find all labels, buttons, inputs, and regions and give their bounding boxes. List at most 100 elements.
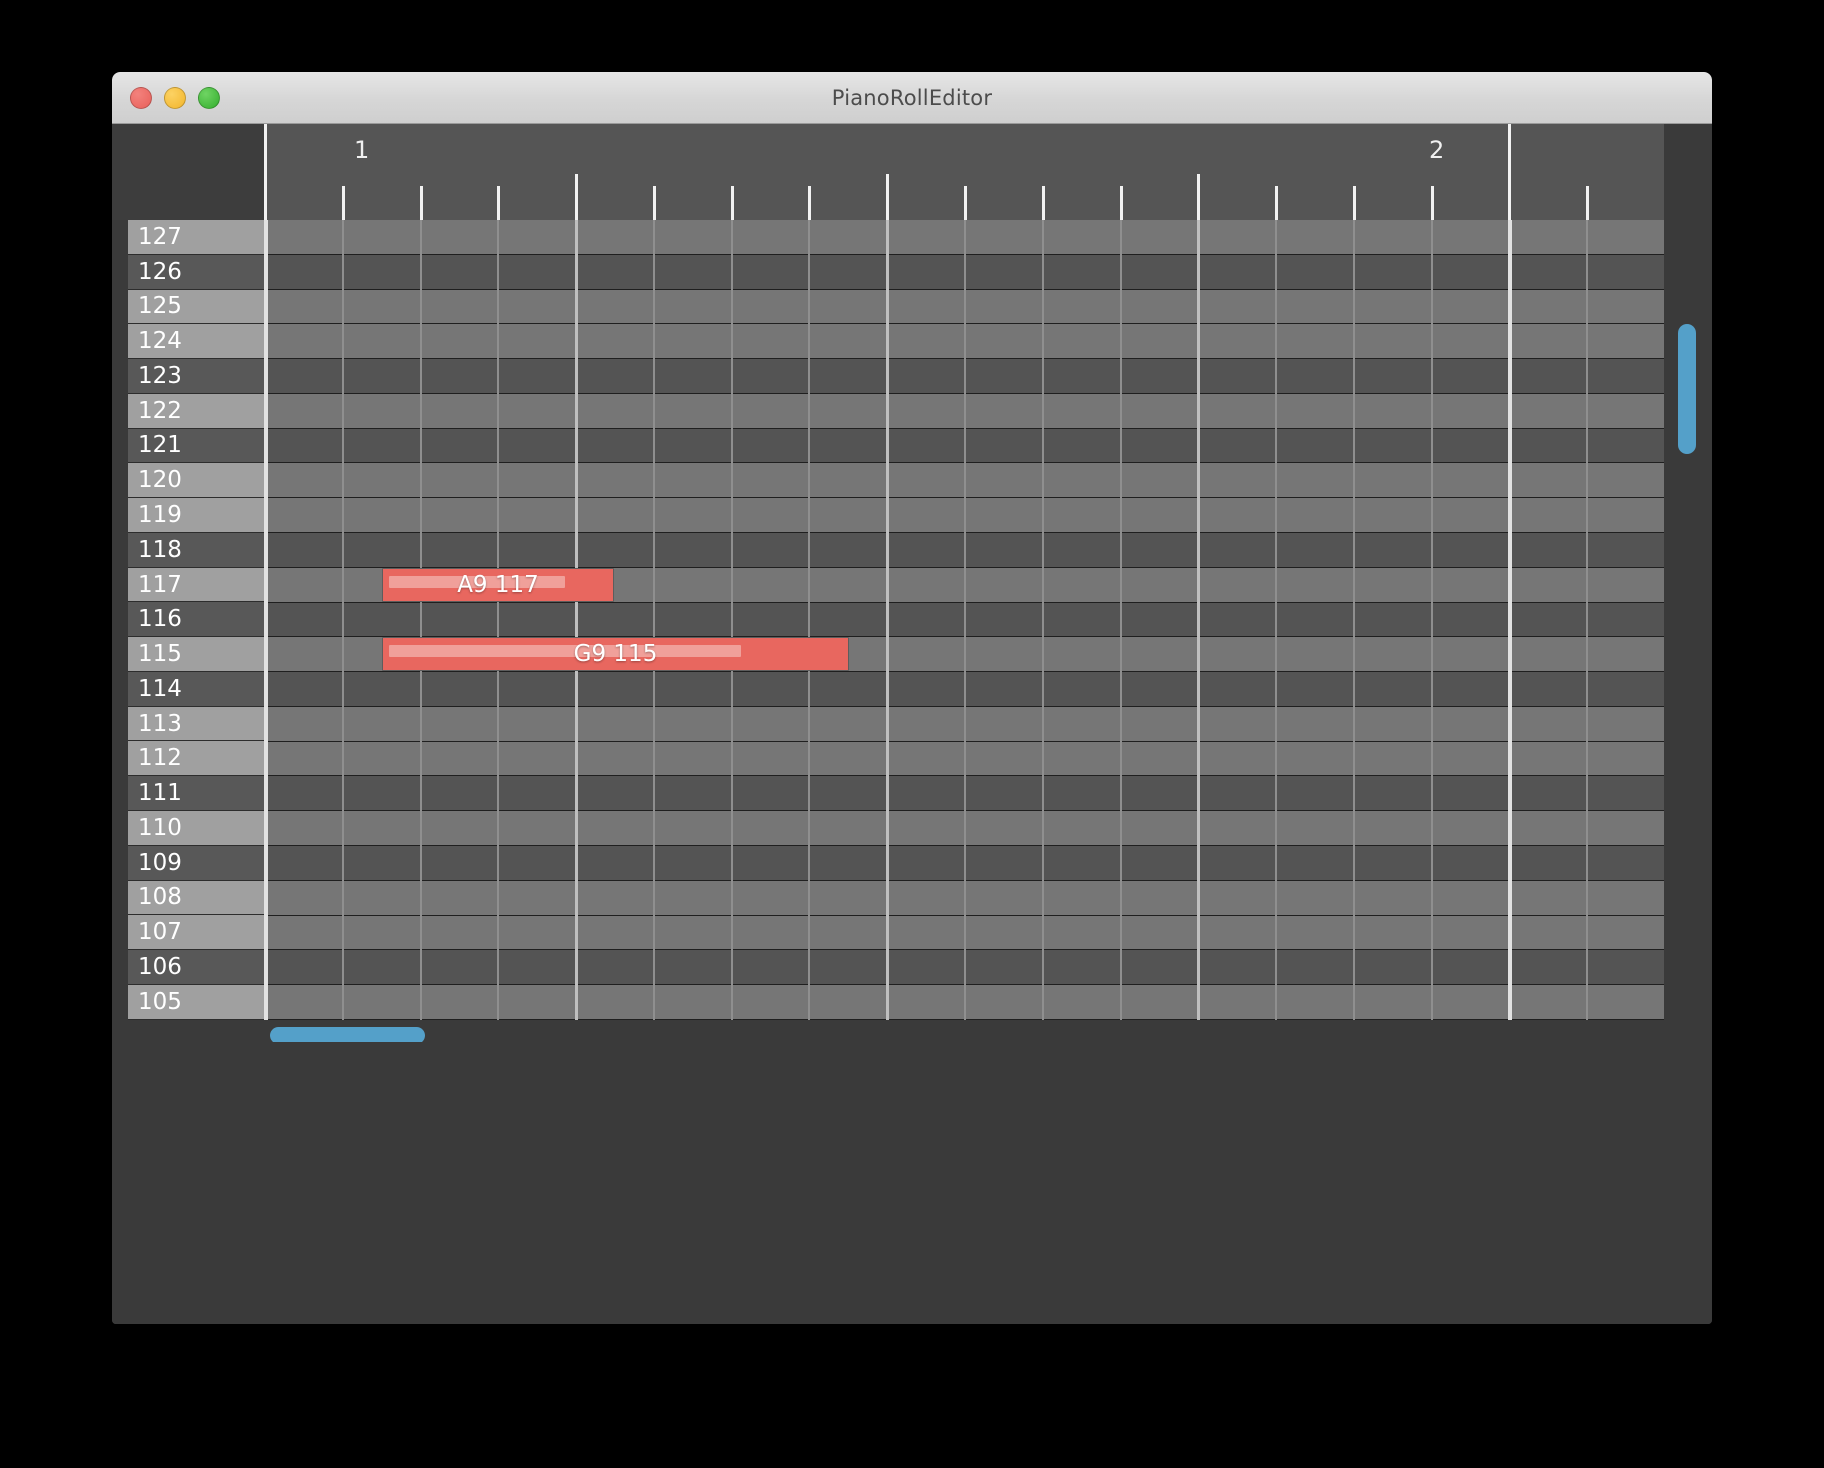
key-number-label: 110 <box>138 814 182 841</box>
key-row[interactable]: 122 <box>128 393 264 429</box>
ruler-corner-spacer <box>112 124 264 220</box>
timeline-ruler[interactable]: 12 <box>264 124 1664 220</box>
ruler-tick <box>497 186 501 220</box>
ruler-tick <box>264 124 267 220</box>
grid-row[interactable] <box>264 985 1664 1020</box>
key-row[interactable]: 109 <box>128 845 264 881</box>
grid-row[interactable] <box>264 811 1664 847</box>
key-number-label: 114 <box>138 675 182 702</box>
key-row[interactable]: 119 <box>128 498 264 533</box>
app-window: PianoRollEditor 12 127 126 125 124 123 122 121… <box>112 72 1712 1324</box>
window-title: PianoRollEditor <box>831 85 993 110</box>
key-row[interactable]: 118 <box>128 532 264 568</box>
grid-row[interactable] <box>264 846 1664 881</box>
key-number-label: 118 <box>138 536 182 563</box>
ruler-tick <box>1586 186 1590 220</box>
key-row[interactable]: 120 <box>128 463 264 499</box>
ruler-tick <box>341 186 345 220</box>
grid-row[interactable] <box>264 498 1664 533</box>
ruler-tick <box>1352 186 1356 220</box>
ruler-tick <box>1508 124 1512 220</box>
ruler-tick <box>730 186 734 220</box>
key-number-label: 117 <box>138 571 182 598</box>
note-velocity-bar <box>389 645 741 658</box>
key-number-label: 120 <box>138 467 182 494</box>
note-label: A9 117 <box>457 571 539 598</box>
note-grid[interactable]: A9 117 G9 115 <box>264 220 1664 1020</box>
key-number-label: 108 <box>138 884 182 911</box>
key-row[interactable]: 115 <box>128 637 264 672</box>
grid-row[interactable] <box>264 324 1664 360</box>
grid-row[interactable] <box>264 706 1664 742</box>
grid-row[interactable] <box>264 359 1664 394</box>
key-number-label: 113 <box>138 710 182 737</box>
key-row[interactable]: 112 <box>128 741 264 777</box>
ruler-tick <box>1041 186 1045 220</box>
key-number-label: 126 <box>138 258 182 285</box>
ruler-tick <box>1119 186 1123 220</box>
grid-row[interactable] <box>264 254 1664 290</box>
grid-row[interactable] <box>264 220 1664 255</box>
key-row[interactable]: 123 <box>128 359 264 394</box>
key-number-label: 109 <box>138 849 182 876</box>
key-number-label: 127 <box>138 223 182 250</box>
key-row[interactable]: 125 <box>128 289 264 325</box>
key-number-label: 106 <box>138 953 182 980</box>
piano-roll-area: 12 127 126 125 124 123 122 121 120 119 118 117 116 1… <box>112 124 1712 1048</box>
key-row[interactable]: 110 <box>128 811 264 846</box>
key-number-label: 105 <box>138 988 182 1015</box>
grid-row[interactable] <box>264 289 1664 325</box>
key-row[interactable]: 113 <box>128 706 264 742</box>
ruler-tick <box>808 186 812 220</box>
key-row[interactable]: 105 <box>128 984 264 1020</box>
midi-note[interactable]: A9 117 <box>382 567 614 602</box>
bar-number-label: 2 <box>1429 136 1445 164</box>
key-row[interactable]: 117 <box>128 567 264 603</box>
grid-row[interactable] <box>264 428 1664 464</box>
ruler-tick <box>1275 186 1279 220</box>
key-number-label: 115 <box>138 641 182 668</box>
key-row[interactable]: 126 <box>128 254 264 290</box>
ruler-tick <box>575 174 579 220</box>
grid-row[interactable] <box>264 776 1664 812</box>
key-row[interactable]: 124 <box>128 324 264 360</box>
grid-row[interactable] <box>264 463 1664 499</box>
ruler-tick <box>964 186 967 220</box>
key-number-label: 111 <box>138 780 182 807</box>
key-row[interactable]: 108 <box>128 880 264 916</box>
key-number-label: 124 <box>138 328 182 355</box>
window-titlebar: PianoRollEditor <box>112 72 1712 124</box>
grid-row[interactable] <box>264 741 1664 777</box>
key-row[interactable]: 121 <box>128 428 264 464</box>
grid-row[interactable] <box>264 602 1664 638</box>
key-number-label: 107 <box>138 919 182 946</box>
grid-row[interactable] <box>264 950 1664 986</box>
key-number-label: 122 <box>138 397 182 424</box>
note-label: G9 115 <box>573 641 658 668</box>
ruler-tick <box>652 186 656 220</box>
key-number-label: 116 <box>138 606 182 633</box>
ruler-tick <box>886 174 890 220</box>
grid-row[interactable] <box>264 533 1664 568</box>
bar-number-label: 1 <box>354 136 370 164</box>
key-row[interactable]: 127 <box>128 220 264 255</box>
key-row[interactable]: 116 <box>128 602 264 638</box>
ruler-tick <box>1197 174 1201 220</box>
key-row[interactable]: 111 <box>128 776 264 812</box>
key-number-label: 123 <box>138 362 182 389</box>
piano-roll-editor: 12 127 126 125 124 123 122 121 120 119 118 117 116 1… <box>112 124 1712 1324</box>
ruler-tick <box>1430 186 1434 220</box>
key-number-column[interactable]: 127 126 125 124 123 122 121 120 119 118 117 116 115 1… <box>128 220 264 1020</box>
key-row[interactable]: 107 <box>128 915 264 951</box>
grid-row[interactable] <box>264 915 1664 951</box>
grid-row[interactable] <box>264 393 1664 429</box>
key-row[interactable]: 106 <box>128 950 264 985</box>
grid-row[interactable] <box>264 672 1664 707</box>
key-number-label: 121 <box>138 432 182 459</box>
key-number-label: 119 <box>138 502 182 528</box>
key-row[interactable]: 114 <box>128 671 264 707</box>
grid-row[interactable] <box>264 880 1664 916</box>
key-number-label: 125 <box>138 293 182 320</box>
midi-note[interactable]: G9 115 <box>382 637 849 672</box>
vertical-scrollbar-thumb[interactable] <box>1678 324 1696 454</box>
